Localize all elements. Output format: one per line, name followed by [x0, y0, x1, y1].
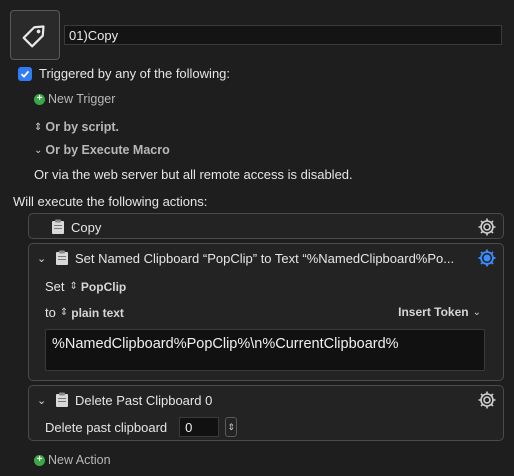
clipboard-name-value: PopClip: [80, 279, 127, 294]
clipboard-name-popup[interactable]: ⇕ PopClip: [70, 280, 127, 294]
stepper-icon[interactable]: ⇕: [225, 417, 238, 437]
insert-token-label: Insert Token: [398, 305, 469, 319]
delete-past-label: Delete past clipboard: [45, 419, 168, 435]
gear-icon[interactable]: [477, 217, 497, 237]
triggered-checkbox[interactable]: [18, 66, 32, 81]
action-title: Delete Past Clipboard 0: [75, 392, 213, 408]
new-action-button[interactable]: + New Action: [34, 453, 111, 467]
triggered-label: Triggered by any of the following:: [39, 66, 231, 81]
to-format-row: to ⇕ plain text: [45, 305, 124, 320]
set-label: Set: [45, 279, 65, 294]
or-by-script-toggle[interactable]: ⇕ Or by script.: [34, 120, 119, 134]
gear-icon[interactable]: [477, 390, 497, 410]
chevron-down-icon[interactable]: ⌄: [37, 394, 49, 407]
past-clipboard-number-field[interactable]: 0: [179, 417, 220, 437]
tag-icon: [22, 25, 45, 48]
format-value: plain text: [71, 305, 124, 320]
macro-icon-well[interactable]: [10, 10, 60, 60]
new-action-label: New Action: [48, 453, 111, 467]
checkmark-icon: [20, 70, 30, 78]
up-down-icon: ⇕: [69, 281, 78, 292]
chevron-down-icon: ⌄: [34, 144, 43, 156]
insert-token-menu[interactable]: Insert Token ⌄: [398, 305, 481, 319]
triggered-row: Triggered by any of the following:: [18, 66, 230, 81]
chevron-down-icon[interactable]: ⌄: [37, 252, 49, 265]
clipboard-icon: [55, 250, 69, 266]
action-title: Copy: [71, 219, 102, 235]
plus-circle-icon: +: [34, 454, 45, 466]
or-by-execute-macro-toggle[interactable]: ⌄ Or by Execute Macro: [34, 143, 170, 157]
macro-name-field[interactable]: 01)Copy: [64, 25, 502, 45]
format-popup[interactable]: ⇕ plain text: [60, 306, 124, 320]
action-title: Set Named Clipboard “PopClip” to Text “%…: [75, 250, 455, 266]
up-down-icon: ⇕: [59, 307, 69, 318]
plus-circle-icon: +: [34, 93, 45, 105]
set-clipboard-row: Set ⇕ PopClip: [45, 279, 126, 294]
clipboard-icon: [51, 219, 65, 235]
action-delete-past-clipboard[interactable]: ⌄ Delete Past Clipboard 0 Delete past cl…: [28, 385, 504, 441]
gear-icon-active[interactable]: [477, 248, 497, 268]
clipboard-icon: [55, 392, 69, 408]
to-label: to: [45, 305, 56, 320]
new-trigger-label: New Trigger: [48, 92, 116, 106]
chevron-down-icon: ⌄: [472, 306, 481, 318]
action-set-named-clipboard[interactable]: ⌄ Set Named Clipboard “PopClip” to Text …: [28, 243, 504, 381]
or-by-script-label: Or by script.: [45, 120, 120, 134]
new-trigger-button[interactable]: + New Trigger: [34, 92, 115, 106]
actions-header: Will execute the following actions:: [13, 194, 208, 209]
delete-past-row: Delete past clipboard 0 ⇕: [45, 417, 238, 437]
web-server-note: Or via the web server but all remote acc…: [34, 167, 353, 182]
action-copy[interactable]: Copy: [28, 213, 504, 239]
or-by-execute-macro-label: Or by Execute Macro: [45, 143, 170, 157]
up-down-icon: ⇕: [34, 121, 43, 133]
clipboard-text-field[interactable]: %NamedClipboard%PopClip%\n%CurrentClipbo…: [45, 329, 485, 371]
